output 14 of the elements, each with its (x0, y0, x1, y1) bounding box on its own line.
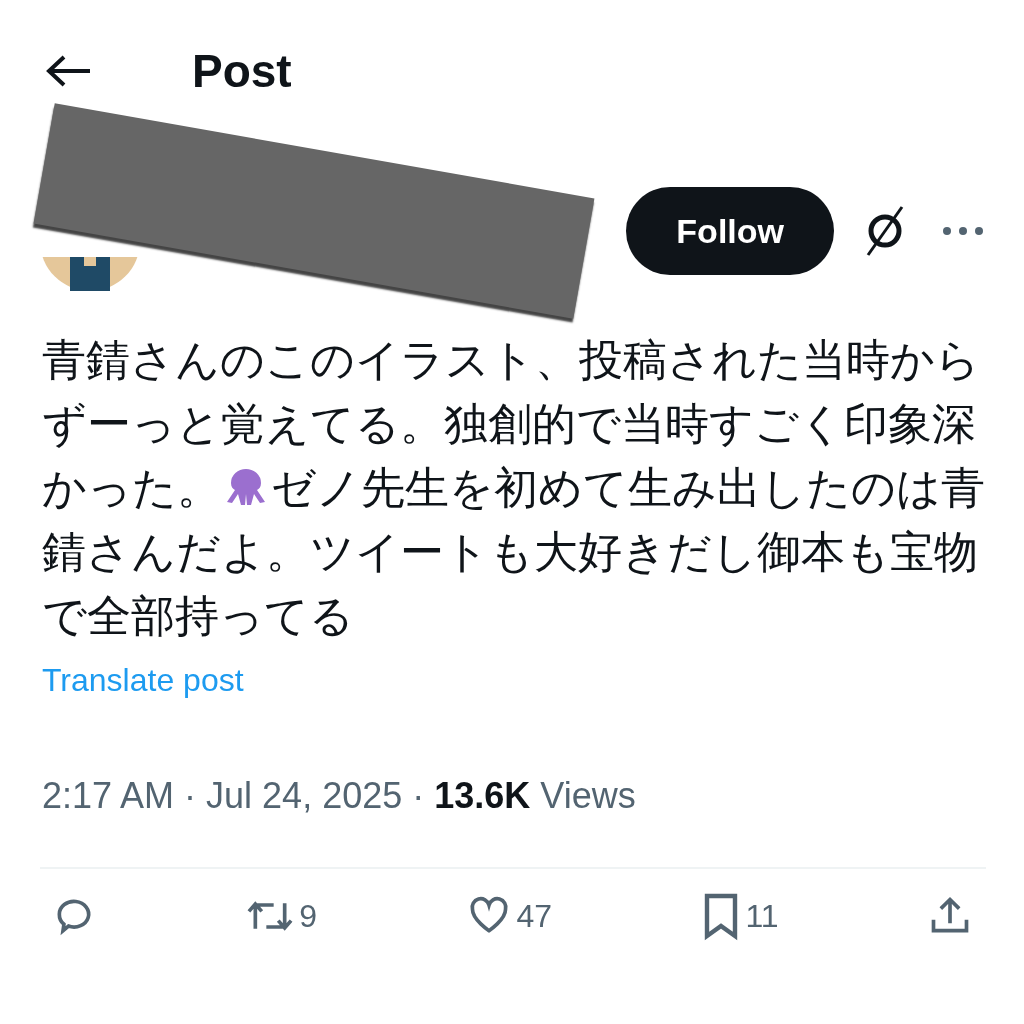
post-text: かった。 (42, 463, 221, 512)
post-text: 青錆さんのこのイラスト、投稿された当時から (42, 335, 980, 384)
post-text: ずーっと覚えてる。独創的で当時すごく印象深 (42, 399, 976, 448)
count-label: 9 (299, 897, 318, 935)
page-title: Post (192, 44, 292, 98)
post-text: ゼノ先生を初めて生み出したのは青 (271, 463, 985, 512)
post-text: で全部持ってる (42, 591, 354, 640)
more-icon[interactable] (942, 226, 984, 236)
post-metadata: 2:17 AM · Jul 24, 2025 · 13.6K Views (42, 775, 637, 817)
post-text: 錆さんだよ。ツイートも大好きだし御本も宝物 (42, 527, 978, 576)
back-arrow-icon[interactable] (44, 53, 92, 89)
follow-button[interactable]: Follow (626, 187, 834, 275)
count-label: 11 (745, 897, 779, 935)
count-label: 47 (516, 897, 553, 935)
